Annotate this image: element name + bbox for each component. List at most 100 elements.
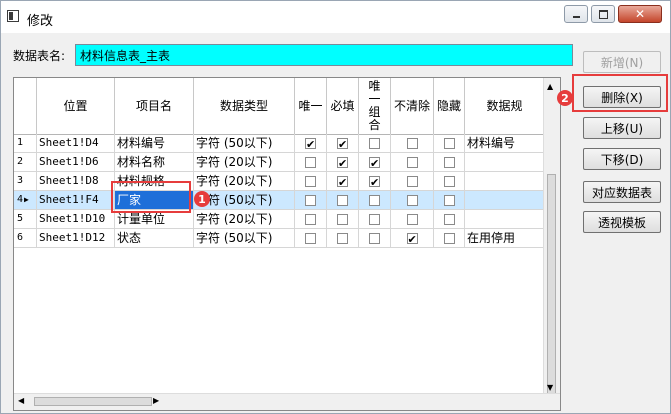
name-cell[interactable]: 材料编号 [115, 134, 194, 152]
required-checkbox[interactable] [337, 174, 348, 190]
required-checkbox[interactable] [337, 155, 348, 171]
hidden-checkbox[interactable] [443, 175, 455, 187]
scroll-right-icon[interactable]: ▶ [153, 396, 159, 405]
rule-col-header[interactable]: 数据规 [465, 78, 545, 134]
position-cell[interactable]: Sheet1!F4 [37, 191, 115, 209]
unique-checkbox[interactable] [305, 194, 316, 206]
hidden-col-header[interactable]: 隐藏 [434, 78, 465, 134]
position-cell[interactable]: Sheet1!D4 [37, 134, 115, 152]
unique-cell[interactable] [295, 229, 327, 247]
hidden-cell[interactable] [434, 191, 465, 209]
hidden-checkbox[interactable] [443, 194, 455, 206]
unique-combo-checkbox[interactable] [369, 155, 380, 171]
unique-combo-col-header[interactable]: 唯一组合 [359, 78, 391, 134]
close-button[interactable] [618, 5, 662, 23]
type-col-header[interactable]: 数据类型 [194, 78, 295, 134]
name-cell[interactable]: 状态 [115, 229, 194, 247]
move-up-button[interactable]: 上移(U) [583, 117, 661, 139]
vertical-scrollbar[interactable]: ▲ ▼ [543, 78, 560, 406]
hidden-cell[interactable] [434, 172, 465, 190]
index-col-header[interactable] [14, 78, 37, 134]
position-cell[interactable]: Sheet1!D12 [37, 229, 115, 247]
position-cell[interactable]: Sheet1!D8 [37, 172, 115, 190]
unique-combo-checkbox[interactable] [369, 213, 380, 225]
delete-button[interactable]: 删除(X) [583, 86, 661, 108]
table-row[interactable]: 4 ▶ Sheet1!F4 厂家 字符 (50以下) [14, 191, 545, 210]
type-cell[interactable]: 字符 (20以下) [194, 210, 295, 228]
rule-cell[interactable]: 材料编号 [465, 134, 545, 152]
hidden-cell[interactable] [434, 153, 465, 171]
unique-combo-cell[interactable] [359, 191, 391, 209]
no-clear-cell[interactable] [391, 191, 434, 209]
no-clear-cell[interactable] [391, 210, 434, 228]
unique-combo-cell[interactable] [359, 172, 391, 190]
rule-cell[interactable] [465, 153, 545, 171]
field-grid[interactable]: 位置 项目名 数据类型 唯一 必填 唯一组合 不清除 隐藏 数据规 1 Sheet1!D4 材料编号… [13, 77, 561, 411]
required-col-header[interactable]: 必填 [327, 78, 359, 134]
hidden-cell[interactable] [434, 229, 465, 247]
horizontal-scroll-thumb[interactable] [34, 397, 152, 406]
vertical-scroll-thumb[interactable] [547, 174, 556, 406]
type-cell[interactable]: 字符 (50以下) [194, 134, 295, 152]
unique-combo-checkbox[interactable] [369, 194, 380, 206]
unique-combo-cell[interactable] [359, 229, 391, 247]
move-down-button[interactable]: 下移(D) [583, 148, 661, 170]
unique-checkbox[interactable] [305, 213, 316, 225]
scroll-left-icon[interactable]: ◀ [18, 396, 24, 405]
no-clear-checkbox[interactable] [406, 213, 418, 225]
table-row[interactable]: 5 Sheet1!D10 计量单位 字符 (20以下) [14, 210, 545, 229]
table-name-field[interactable]: 材料信息表_主表 [75, 44, 573, 66]
unique-combo-checkbox[interactable] [369, 232, 380, 244]
name-cell[interactable]: 计量单位 [115, 210, 194, 228]
unique-checkbox[interactable] [305, 156, 316, 168]
no-clear-checkbox[interactable] [406, 175, 418, 187]
required-checkbox[interactable] [337, 136, 348, 152]
required-checkbox[interactable] [337, 232, 348, 244]
pivot-template-button[interactable]: 透视模板 [583, 211, 661, 233]
horizontal-scrollbar[interactable]: ◀ ▶ [14, 393, 560, 410]
required-cell[interactable] [327, 210, 359, 228]
type-cell[interactable]: 字符 (20以下) [194, 153, 295, 171]
table-row[interactable]: 3 Sheet1!D8 材料规格 字符 (20以下) [14, 172, 545, 191]
rule-cell[interactable]: 在用停用 [465, 229, 545, 247]
table-row[interactable]: 2 Sheet1!D6 材料名称 字符 (20以下) [14, 153, 545, 172]
unique-cell[interactable] [295, 134, 327, 152]
unique-combo-checkbox[interactable] [369, 174, 380, 190]
unique-combo-cell[interactable] [359, 153, 391, 171]
unique-combo-cell[interactable] [359, 210, 391, 228]
scroll-up-icon[interactable]: ▲ [547, 82, 553, 91]
required-checkbox[interactable] [337, 213, 348, 225]
unique-combo-checkbox[interactable] [369, 137, 380, 149]
no-clear-checkbox[interactable] [406, 137, 418, 149]
required-cell[interactable] [327, 229, 359, 247]
required-cell[interactable] [327, 134, 359, 152]
minimize-button[interactable] [564, 5, 588, 23]
type-cell[interactable]: 字符 (50以下) [194, 229, 295, 247]
rule-cell[interactable] [465, 210, 545, 228]
unique-combo-cell[interactable] [359, 134, 391, 152]
mapping-table-button[interactable]: 对应数据表 [583, 181, 661, 203]
scroll-down-icon[interactable]: ▼ [547, 383, 553, 392]
hidden-checkbox[interactable] [443, 137, 455, 149]
name-cell[interactable]: 厂家 [115, 191, 194, 209]
unique-checkbox[interactable] [305, 232, 316, 244]
type-cell[interactable]: 字符 (20以下) [194, 172, 295, 190]
position-col-header[interactable]: 位置 [37, 78, 115, 134]
no-clear-cell[interactable] [391, 153, 434, 171]
no-clear-cell[interactable] [391, 229, 434, 247]
table-row[interactable]: 6Sheet1!D12状态字符 (50以下) 在用停用 [14, 229, 545, 248]
unique-cell[interactable] [295, 210, 327, 228]
unique-cell[interactable] [295, 191, 327, 209]
unique-cell[interactable] [295, 172, 327, 190]
maximize-button[interactable] [591, 5, 615, 23]
no-clear-cell[interactable] [391, 134, 434, 152]
name-cell[interactable]: 材料规格 [115, 172, 194, 190]
required-checkbox[interactable] [337, 194, 348, 206]
no-clear-checkbox[interactable] [406, 156, 418, 168]
unique-cell[interactable] [295, 153, 327, 171]
rule-cell[interactable] [465, 172, 545, 190]
table-row[interactable]: 1Sheet1!D4材料编号字符 (50以下)材料编号 [14, 134, 545, 153]
position-cell[interactable]: Sheet1!D6 [37, 153, 115, 171]
add-button[interactable]: 新增(N) [583, 51, 661, 73]
rule-cell[interactable] [465, 191, 545, 209]
